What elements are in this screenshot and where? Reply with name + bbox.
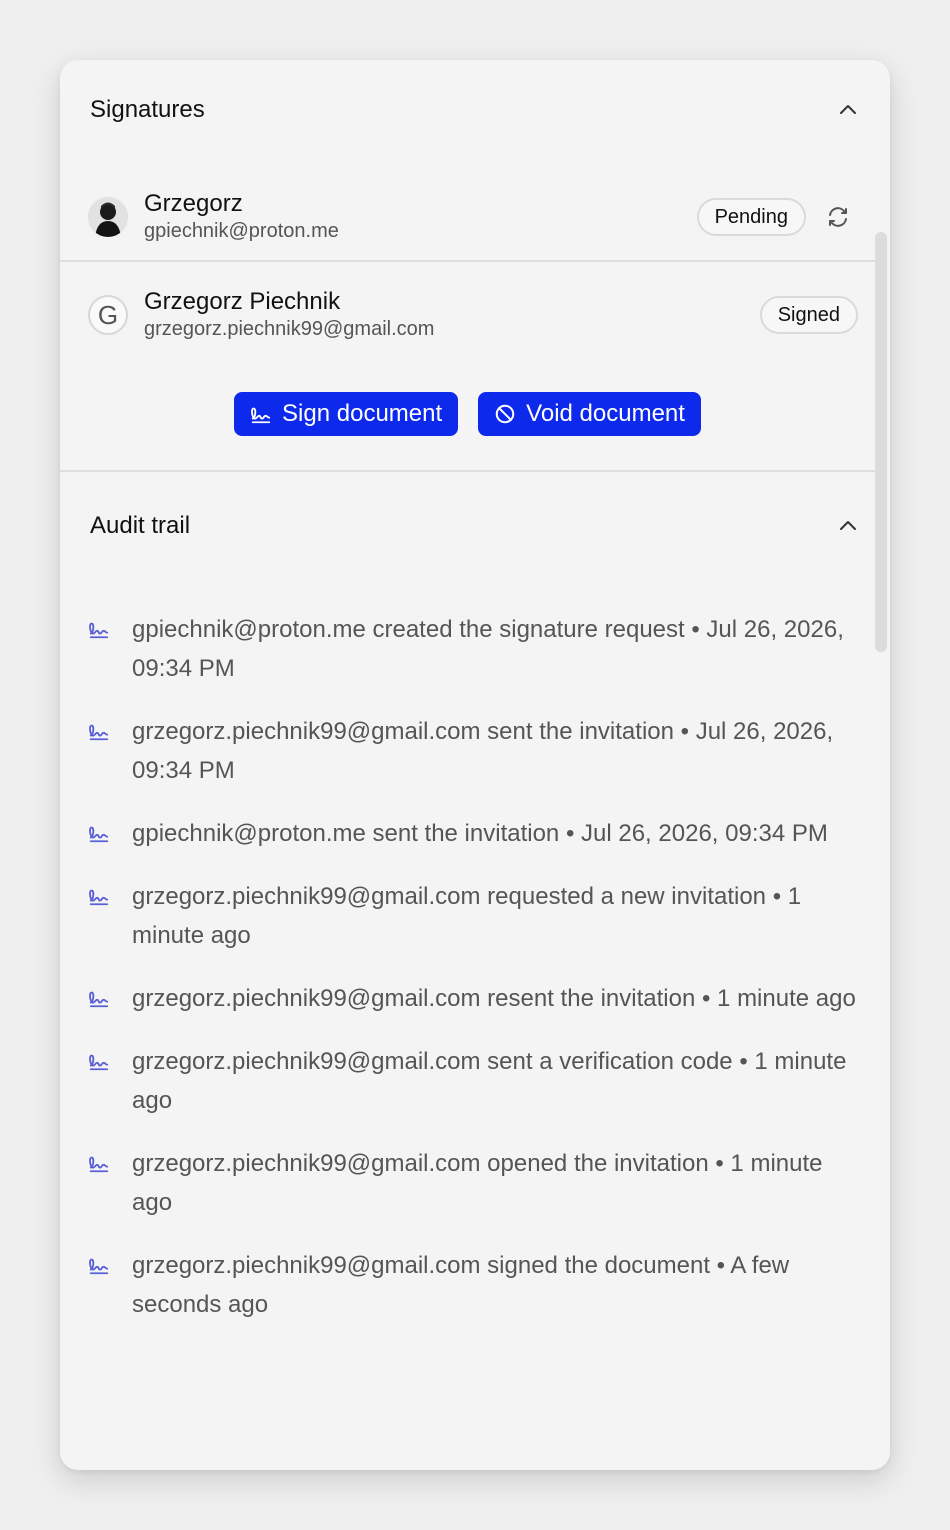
divider — [60, 470, 875, 472]
audit-event-text: grzegorz.piechnik99@gmail.com sent the i… — [132, 718, 834, 784]
audit-trail-header[interactable]: Audit trail — [90, 506, 860, 546]
list-item: grzegorz.piechnik99@gmail.com requested … — [88, 877, 868, 955]
audit-event-text: gpiechnik@proton.me created the signatur… — [132, 616, 844, 682]
signatures-title: Signatures — [90, 96, 205, 123]
list-item: gpiechnik@proton.me created the signatur… — [88, 610, 868, 688]
signature-icon — [89, 889, 109, 906]
chevron-up-icon[interactable] — [836, 98, 860, 122]
signature-icon — [89, 826, 109, 843]
signer-email: grzegorz.piechnik99@gmail.com — [144, 318, 435, 340]
user-photo-icon — [88, 197, 128, 237]
signer-email: gpiechnik@proton.me — [144, 220, 339, 242]
void-document-label: Void document — [526, 400, 685, 427]
action-buttons: Sign document Void document — [60, 392, 875, 436]
audit-event-text: gpiechnik@proton.me sent the invitation … — [132, 820, 828, 847]
signer-name: Grzegorz Piechnik — [144, 288, 341, 315]
audit-event-text: grzegorz.piechnik99@gmail.com opened the… — [132, 1150, 823, 1216]
void-document-button[interactable]: Void document — [478, 392, 701, 436]
audit-event-text: grzegorz.piechnik99@gmail.com requested … — [132, 883, 802, 949]
signature-icon — [89, 1258, 109, 1275]
ban-icon — [495, 404, 515, 424]
signature-icon — [89, 1054, 109, 1071]
list-item: grzegorz.piechnik99@gmail.com resent the… — [88, 979, 868, 1018]
list-item: grzegorz.piechnik99@gmail.com sent the i… — [88, 712, 868, 790]
audit-trail-title: Audit trail — [90, 512, 191, 539]
list-item: grzegorz.piechnik99@gmail.com sent a ver… — [88, 1042, 868, 1120]
signer-row: Grzegorz gpiechnik@proton.me Pending — [88, 190, 858, 244]
sign-document-label: Sign document — [282, 400, 443, 427]
signature-icon — [89, 622, 109, 639]
signature-icon — [251, 407, 271, 424]
signer-name: Grzegorz — [144, 190, 243, 217]
signature-icon — [89, 1156, 109, 1173]
signature-icon — [89, 724, 109, 741]
audit-event-text: grzegorz.piechnik99@gmail.com signed the… — [132, 1252, 790, 1318]
list-item: gpiechnik@proton.me sent the invitation … — [88, 814, 868, 853]
status-badge: Signed — [759, 296, 858, 334]
signature-icon — [89, 991, 109, 1008]
refresh-icon[interactable] — [826, 205, 850, 229]
list-item: grzegorz.piechnik99@gmail.com opened the… — [88, 1144, 868, 1222]
audit-event-text: grzegorz.piechnik99@gmail.com resent the… — [132, 985, 856, 1012]
signature-panel: Signatures Grzegorz gpiechnik@proton.me … — [60, 60, 890, 1470]
divider — [60, 260, 875, 262]
list-item: grzegorz.piechnik99@gmail.com signed the… — [88, 1246, 868, 1324]
avatar — [88, 197, 128, 237]
status-badge: Pending — [696, 198, 806, 236]
chevron-up-icon[interactable] — [836, 514, 860, 538]
signer-row: G Grzegorz Piechnik grzegorz.piechnik99@… — [88, 288, 858, 342]
audit-event-text: grzegorz.piechnik99@gmail.com sent a ver… — [132, 1048, 847, 1114]
audit-trail-list: gpiechnik@proton.me created the signatur… — [88, 610, 868, 1348]
signatures-header[interactable]: Signatures — [90, 90, 860, 130]
avatar: G — [88, 295, 128, 335]
sign-document-button[interactable]: Sign document — [234, 392, 459, 436]
scrollbar[interactable] — [875, 232, 887, 652]
